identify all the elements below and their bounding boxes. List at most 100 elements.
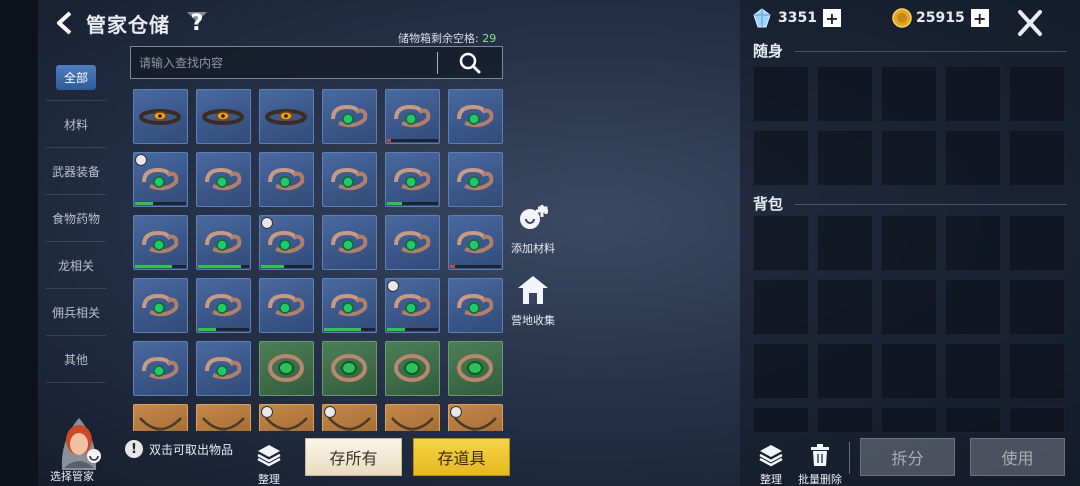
inventory-slot[interactable] <box>881 130 937 186</box>
category-tab[interactable]: 全部 <box>46 54 106 101</box>
inventory-slot[interactable] <box>945 215 1001 271</box>
inventory-slot[interactable] <box>1009 130 1065 186</box>
split-button[interactable]: 拆分 <box>860 438 955 476</box>
search-icon <box>459 52 481 73</box>
item-slot[interactable] <box>322 404 377 431</box>
durability-bar <box>387 328 438 331</box>
item-slot[interactable] <box>259 404 314 431</box>
category-tab-label: 其他 <box>63 352 88 367</box>
add-material-button[interactable]: 添加材料 <box>498 202 568 256</box>
inventory-slot[interactable] <box>945 130 1001 186</box>
inventory-slot[interactable] <box>881 215 937 271</box>
inventory-slot[interactable] <box>881 407 937 433</box>
inventory-slot[interactable] <box>881 279 937 335</box>
item-slot[interactable] <box>448 89 503 144</box>
camp-collect-button[interactable]: 营地收集 <box>498 274 568 328</box>
inventory-slot[interactable] <box>753 215 809 271</box>
crystal-icon <box>753 8 771 28</box>
item-slot[interactable] <box>259 152 314 207</box>
inventory-slot[interactable] <box>945 279 1001 335</box>
item-slot[interactable] <box>448 215 503 270</box>
help-button[interactable]: ? <box>184 8 210 38</box>
inventory-slot[interactable] <box>1009 215 1065 271</box>
item-slot[interactable] <box>448 341 503 396</box>
category-tab[interactable]: 材料 <box>46 101 106 148</box>
inventory-slot[interactable] <box>817 130 873 186</box>
item-slot[interactable] <box>385 404 440 431</box>
item-slot[interactable] <box>385 215 440 270</box>
item-slot[interactable] <box>196 278 251 333</box>
item-slot[interactable] <box>448 404 503 431</box>
batch-delete-button[interactable]: 批量删除 <box>794 443 846 486</box>
inventory-slot[interactable] <box>1009 66 1065 122</box>
inventory-slot[interactable] <box>945 407 1001 433</box>
item-slot[interactable] <box>133 215 188 270</box>
category-tab[interactable]: 龙相关 <box>46 242 106 289</box>
use-button[interactable]: 使用 <box>970 438 1065 476</box>
storage-sort-button[interactable]: 整理 <box>246 443 292 486</box>
add-gold-button[interactable]: + <box>970 9 989 28</box>
search-input[interactable] <box>131 55 437 70</box>
inventory-slot[interactable] <box>881 343 937 399</box>
item-slot[interactable] <box>133 152 188 207</box>
item-slot[interactable] <box>322 278 377 333</box>
inventory-sort-label: 整理 <box>760 473 782 486</box>
category-tab[interactable]: 武器装备 <box>46 148 106 195</box>
close-button[interactable] <box>1016 8 1044 38</box>
item-slot[interactable] <box>322 215 377 270</box>
inventory-slot[interactable] <box>881 66 937 122</box>
inventory-slot[interactable] <box>1009 343 1065 399</box>
store-items-button[interactable]: 存道具 <box>413 438 510 476</box>
item-slot[interactable] <box>133 89 188 144</box>
item-slot[interactable] <box>322 152 377 207</box>
butler-avatar[interactable] <box>52 410 106 470</box>
store-all-button[interactable]: 存所有 <box>305 438 402 476</box>
item-slot[interactable] <box>196 215 251 270</box>
item-slot[interactable] <box>259 278 314 333</box>
inventory-slot[interactable] <box>945 66 1001 122</box>
inventory-slot[interactable] <box>753 279 809 335</box>
item-slot[interactable] <box>322 89 377 144</box>
inventory-slot[interactable] <box>753 407 809 433</box>
item-slot[interactable] <box>196 89 251 144</box>
item-slot[interactable] <box>259 215 314 270</box>
back-button[interactable] <box>52 8 78 38</box>
inventory-slot[interactable] <box>817 279 873 335</box>
chevron-left-icon <box>57 11 72 35</box>
item-slot[interactable] <box>133 341 188 396</box>
item-slot[interactable] <box>133 404 188 431</box>
category-tab[interactable]: 食物药物 <box>46 195 106 242</box>
inventory-slot[interactable] <box>1009 407 1065 433</box>
item-slot[interactable] <box>448 152 503 207</box>
inventory-slot[interactable] <box>817 215 873 271</box>
search-button[interactable] <box>438 47 502 78</box>
inventory-slot[interactable] <box>1009 279 1065 335</box>
category-tab[interactable]: 其他 <box>46 336 106 383</box>
inventory-slot[interactable] <box>817 407 873 433</box>
item-slot[interactable] <box>196 341 251 396</box>
add-crystal-button[interactable]: + <box>822 9 841 28</box>
carry-section-divider <box>795 51 1067 52</box>
item-slot[interactable] <box>259 89 314 144</box>
inventory-slot[interactable] <box>753 130 809 186</box>
inventory-slot[interactable] <box>817 343 873 399</box>
item-slot[interactable] <box>196 152 251 207</box>
item-slot[interactable] <box>385 152 440 207</box>
inventory-sort-button[interactable]: 整理 <box>748 443 794 486</box>
item-slot[interactable] <box>448 278 503 333</box>
inventory-slot[interactable] <box>945 343 1001 399</box>
item-slot[interactable] <box>322 341 377 396</box>
category-tab[interactable]: 佣兵相关 <box>46 289 106 336</box>
item-slot[interactable] <box>385 89 440 144</box>
item-slot[interactable] <box>196 404 251 431</box>
item-slot[interactable] <box>385 278 440 333</box>
item-slot[interactable] <box>385 341 440 396</box>
item-slot[interactable] <box>259 341 314 396</box>
inventory-slot[interactable] <box>753 66 809 122</box>
durability-fill <box>135 202 153 205</box>
hint-text: 双击可取出物品 <box>149 442 234 457</box>
item-slot[interactable] <box>133 278 188 333</box>
category-tab-label: 龙相关 <box>57 258 94 273</box>
inventory-slot[interactable] <box>817 66 873 122</box>
inventory-slot[interactable] <box>753 343 809 399</box>
